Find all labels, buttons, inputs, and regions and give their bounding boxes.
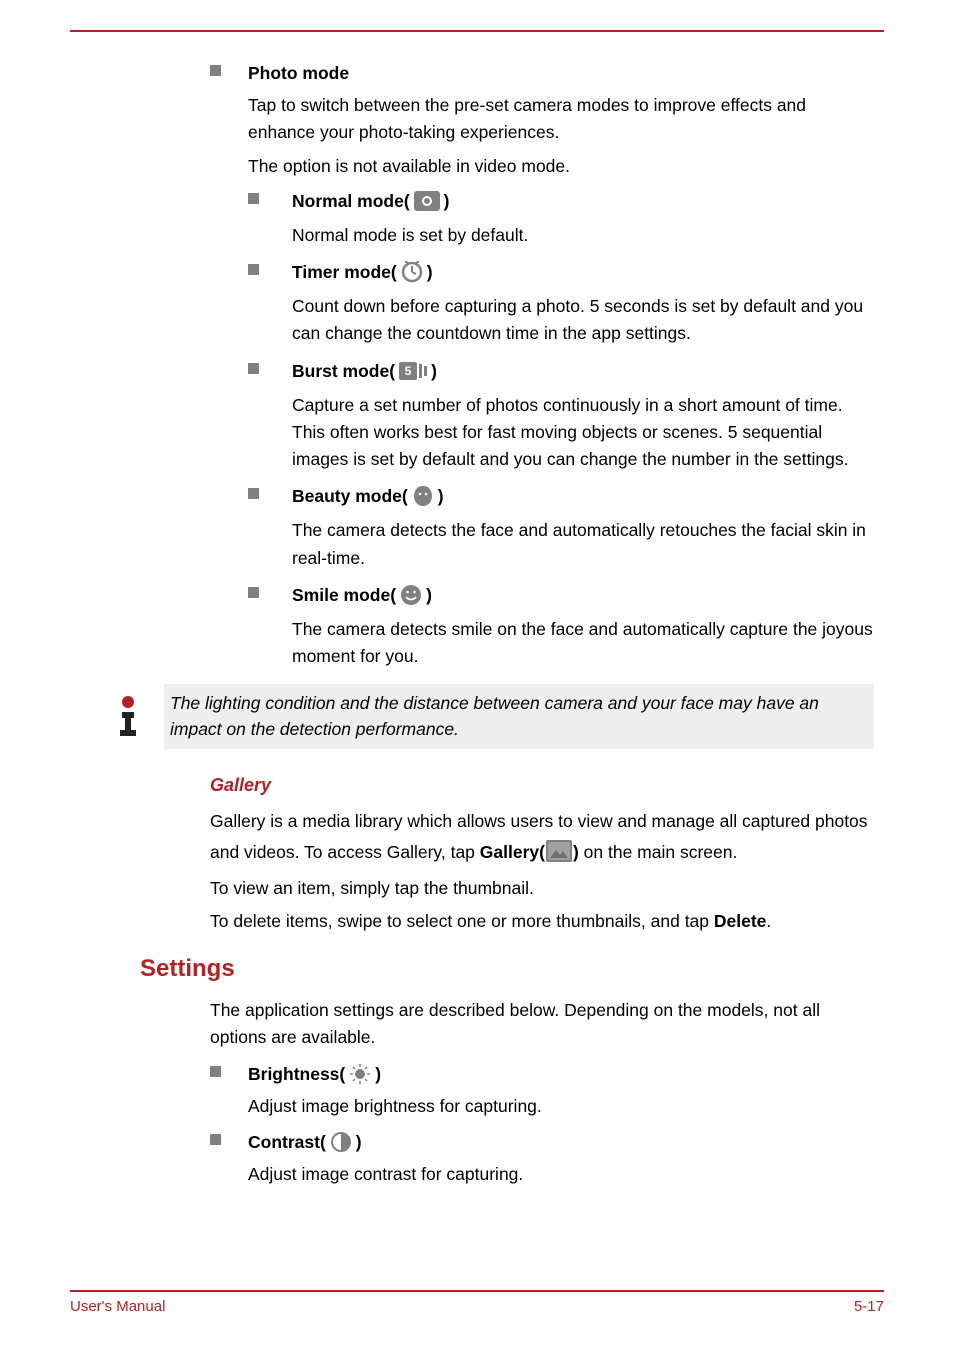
burst-mode-label-pre: Burst mode( [292, 358, 395, 384]
settings-heading: Settings [140, 955, 874, 983]
burst-mode-desc: Capture a set number of photos continuou… [210, 392, 874, 473]
burst-mode-label-post: ) [431, 358, 437, 384]
normal-mode-item: Normal mode( ) [210, 188, 874, 214]
gallery-p3-bold: Delete [714, 911, 767, 931]
timer-mode-desc: Count down before capturing a photo. 5 s… [210, 293, 874, 347]
contrast-icon [330, 1131, 352, 1153]
gallery-p1-bold: Gallery( [480, 842, 545, 862]
beauty-icon [412, 485, 434, 507]
timer-icon [401, 261, 423, 283]
top-rule [70, 30, 884, 32]
camera-icon [414, 191, 440, 211]
contrast-label-post: ) [356, 1129, 362, 1155]
smile-mode-label-pre: Smile mode( [292, 582, 396, 608]
contrast-item: Contrast( ) Adjust image contrast for ca… [210, 1129, 874, 1188]
timer-mode-item: Timer mode( ) [210, 259, 874, 285]
gallery-heading: Gallery [210, 775, 874, 796]
photo-mode-item: Photo mode Tap to switch between the pre… [210, 60, 874, 180]
info-icon [110, 694, 146, 738]
normal-mode-label-post: ) [444, 188, 450, 214]
gallery-p3-pre: To delete items, swipe to select one or … [210, 911, 714, 931]
photo-mode-p2: The option is not available in video mod… [248, 153, 874, 180]
footer-right: 5-17 [854, 1298, 884, 1315]
brightness-icon [349, 1063, 371, 1085]
gallery-p1-post: on the main screen. [579, 842, 738, 862]
smile-mode-item: Smile mode( ) [210, 582, 874, 608]
brightness-desc: Adjust image brightness for capturing. [248, 1093, 874, 1120]
smile-mode-label-post: ) [426, 582, 432, 608]
brightness-label-post: ) [375, 1061, 381, 1087]
gallery-icon [546, 840, 572, 862]
timer-mode-label-post: ) [427, 259, 433, 285]
beauty-mode-label-post: ) [438, 483, 444, 509]
beauty-mode-desc: The camera detects the face and automati… [210, 517, 874, 571]
contrast-desc: Adjust image contrast for capturing. [248, 1161, 874, 1188]
normal-mode-label-pre: Normal mode( [292, 188, 410, 214]
beauty-mode-label-pre: Beauty mode( [292, 483, 408, 509]
brightness-label-pre: Brightness( [248, 1061, 345, 1087]
gallery-p2: To view an item, simply tap the thumbnai… [210, 875, 874, 902]
svg-text:5: 5 [405, 364, 412, 378]
gallery-p3-post: . [766, 911, 771, 931]
smile-mode-desc: The camera detects smile on the face and… [210, 616, 874, 670]
brightness-item: Brightness( ) Adjust image brightness fo… [210, 1061, 874, 1120]
beauty-mode-item: Beauty mode( ) [210, 483, 874, 509]
footer: User's Manual 5-17 [70, 1290, 884, 1315]
gallery-p1: Gallery is a media library which allows … [210, 806, 874, 869]
note-text: The lighting condition and the distance … [164, 684, 874, 749]
smile-icon [400, 584, 422, 606]
settings-intro: The application settings are described b… [210, 997, 874, 1051]
burst-icon: 5 [399, 362, 427, 380]
timer-mode-label-pre: Timer mode( [292, 259, 397, 285]
note-row: The lighting condition and the distance … [70, 684, 874, 749]
photo-mode-p1: Tap to switch between the pre-set camera… [248, 92, 874, 146]
gallery-p3: To delete items, swipe to select one or … [210, 908, 874, 935]
contrast-label-pre: Contrast( [248, 1129, 326, 1155]
photo-mode-title: Photo mode [248, 60, 349, 86]
burst-mode-item: Burst mode( 5 ) [210, 358, 874, 384]
footer-left: User's Manual [70, 1298, 165, 1315]
normal-mode-desc: Normal mode is set by default. [210, 222, 874, 249]
